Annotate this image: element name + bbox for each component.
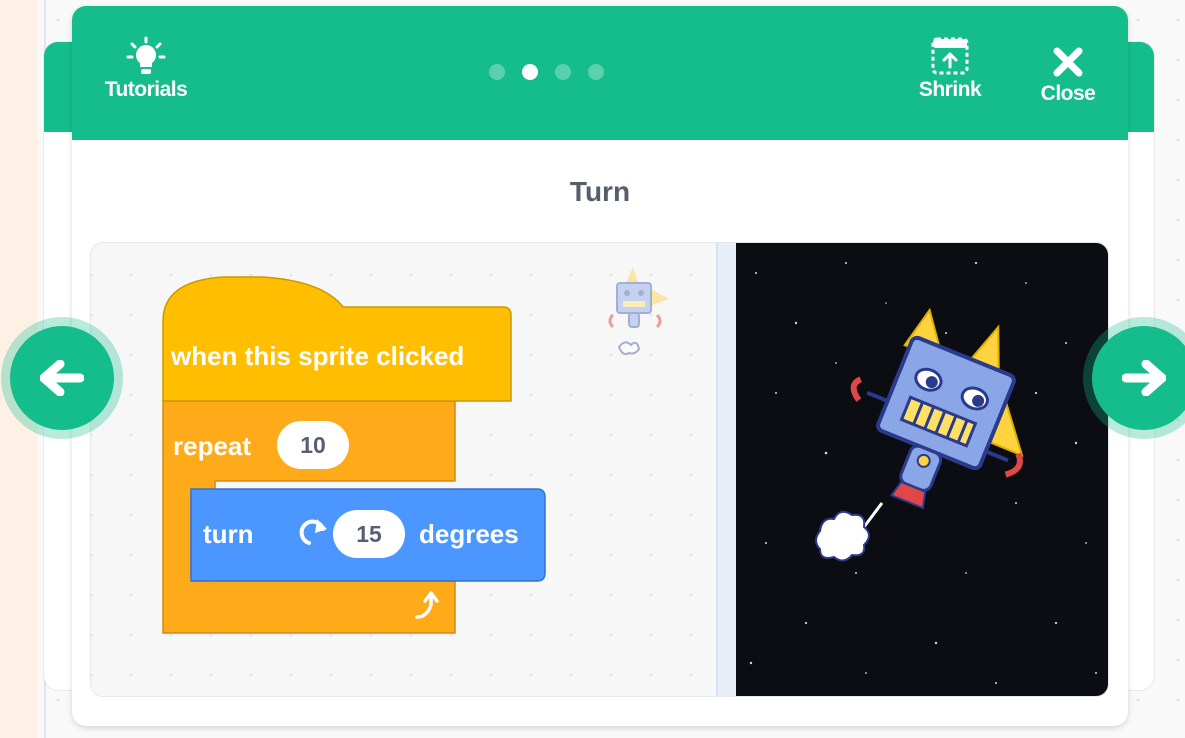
close-button[interactable]: Close [1030, 42, 1106, 106]
step-dot[interactable] [555, 64, 571, 80]
turn-degrees-input[interactable]: 15 [333, 510, 405, 558]
tutorial-card: Tutorials Shrink Close Turn when this sp… [72, 6, 1128, 726]
code-blocks [162, 276, 546, 634]
arrow-right-icon [1122, 360, 1166, 396]
repeat-block-label[interactable]: repeat [173, 431, 251, 462]
step-dot[interactable] [489, 64, 505, 80]
exhaust-puff [815, 502, 884, 562]
turn-block-label[interactable]: turn [203, 519, 254, 550]
step-title: Turn [569, 176, 631, 207]
shrink-label: Shrink [918, 78, 982, 101]
tutorial-video[interactable]: when this sprite clicked repeat 10 turn … [91, 243, 1108, 696]
step-indicator [489, 64, 604, 80]
arrow-left-icon [40, 360, 84, 396]
close-icon [1053, 47, 1083, 77]
stage-area [736, 243, 1108, 696]
degrees-label[interactable]: degrees [419, 519, 519, 550]
hat-block-shape [162, 276, 512, 402]
hat-block-label[interactable]: when this sprite clicked [171, 341, 464, 372]
lightbulb-icon [126, 36, 166, 74]
repeat-count-input[interactable]: 10 [277, 421, 349, 469]
tutorials-label: Tutorials [104, 78, 188, 101]
card-header: Tutorials Shrink Close [72, 6, 1128, 140]
shrink-button[interactable]: Shrink [908, 36, 992, 102]
next-step-button[interactable] [1092, 326, 1185, 430]
step-dot[interactable] [588, 64, 604, 80]
previous-step-button[interactable] [10, 326, 114, 430]
pane-divider [716, 243, 738, 696]
tutorials-button[interactable]: Tutorials [96, 36, 196, 102]
close-label: Close [1040, 82, 1096, 105]
step-dot-active[interactable] [522, 64, 538, 80]
code-area: when this sprite clicked repeat 10 turn … [91, 243, 716, 696]
shrink-icon [931, 37, 969, 75]
